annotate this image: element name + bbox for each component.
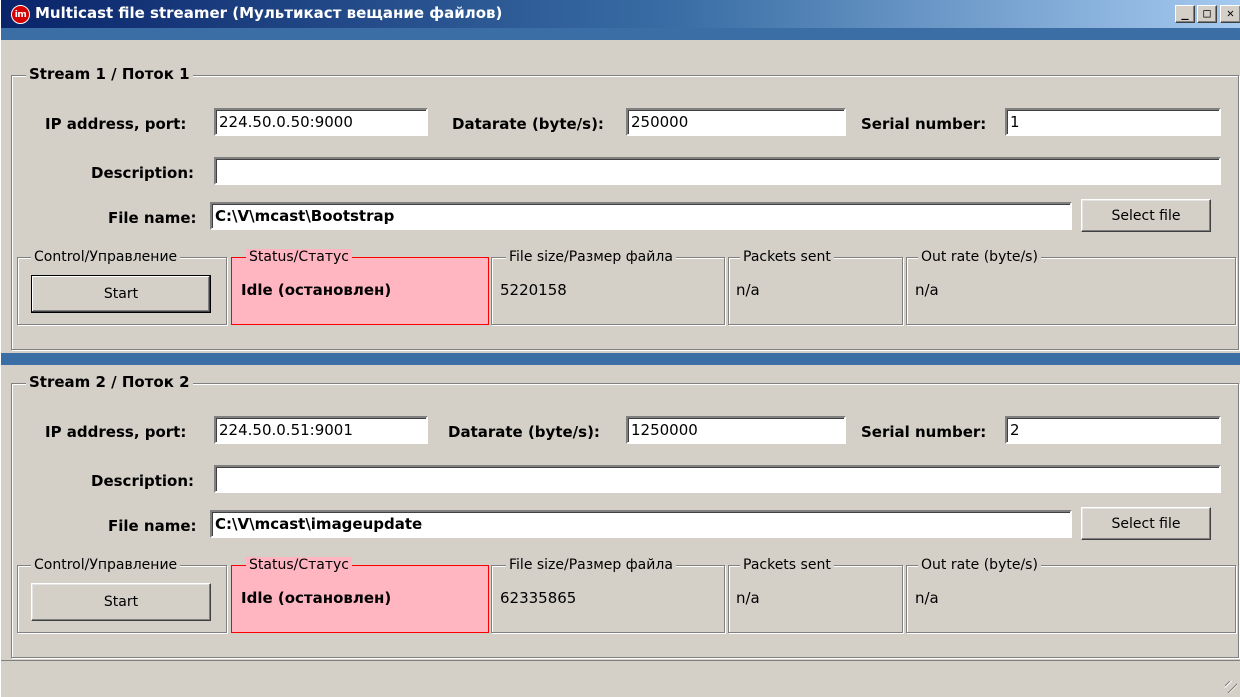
stream-1-description-label: Description:: [91, 164, 195, 182]
stream-2-description-input[interactable]: [214, 465, 1221, 493]
stream-1-status-legend: Status/Статус: [246, 249, 352, 265]
stream-1-packets-value: n/a: [736, 281, 760, 299]
maximize-button[interactable]: □: [1197, 5, 1217, 23]
stream-1-serial-label: Serial number:: [861, 115, 987, 133]
stream-2-start-button[interactable]: Start: [31, 583, 211, 621]
stream-1-title: Stream 1 / Поток 1: [26, 65, 193, 83]
stream-1-serial-input[interactable]: [1005, 108, 1221, 136]
stream-2-filename-input[interactable]: [210, 510, 1072, 538]
stream-1-ip-input[interactable]: [214, 108, 428, 136]
stream-2-filesize-legend: File size/Размер файла: [506, 557, 676, 573]
stream-2-packets-value: n/a: [736, 589, 760, 607]
stream-2-datarate-input[interactable]: [626, 416, 846, 444]
stream-2-title: Stream 2 / Поток 2: [26, 373, 193, 391]
stream-1-select-file-button[interactable]: Select file: [1081, 199, 1211, 232]
close-button[interactable]: ✕: [1220, 5, 1240, 23]
stream-2-outrate-group: Out rate (byte/s): [906, 557, 1236, 633]
stream-2-serial-input[interactable]: [1005, 416, 1221, 444]
splitter-bar-top[interactable]: [1, 28, 1240, 40]
stream-2-datarate-label: Datarate (byte/s):: [448, 423, 600, 441]
stream-2-select-file-button[interactable]: Select file: [1081, 507, 1211, 540]
stream-2-filename-label: File name:: [108, 517, 197, 535]
app-logo-icon: im: [11, 5, 30, 24]
stream-2-description-label: Description:: [91, 472, 195, 490]
stream-1-filename-label: File name:: [108, 209, 197, 227]
stream-2-filesize-value: 62335865: [500, 589, 577, 607]
stream-2-control-legend: Control/Управление: [31, 557, 181, 573]
stream-1-outrate-group: Out rate (byte/s): [906, 249, 1236, 325]
stream-1-control-legend: Control/Управление: [31, 249, 181, 265]
stream-2-ip-label: IP address, port:: [45, 423, 187, 441]
stream-2-serial-label: Serial number:: [861, 423, 987, 441]
stream-1-outrate-legend: Out rate (byte/s): [918, 249, 1041, 265]
stream-1-packets-legend: Packets sent: [740, 249, 834, 265]
stream-1-start-button[interactable]: Start: [31, 275, 211, 313]
stream-2-outrate-legend: Out rate (byte/s): [918, 557, 1041, 573]
stream-1-filesize-legend: File size/Размер файла: [506, 249, 676, 265]
app-window: im Multicast file streamer (Мультикаст в…: [0, 0, 1240, 697]
window-title: Multicast file streamer (Мультикаст веща…: [35, 4, 503, 22]
stream-1-status-value: Idle (остановлен): [241, 281, 392, 299]
stream-2-ip-input[interactable]: [214, 416, 428, 444]
stream-1-datarate-input[interactable]: [626, 108, 846, 136]
stream-1-description-input[interactable]: [214, 157, 1221, 185]
splitter-bar-middle[interactable]: [1, 353, 1240, 365]
stream-2-status-legend: Status/Статус: [246, 557, 352, 573]
stream-2-packets-legend: Packets sent: [740, 557, 834, 573]
stream-1-datarate-label: Datarate (byte/s):: [452, 115, 604, 133]
status-bar: [1, 660, 1240, 697]
title-bar[interactable]: im Multicast file streamer (Мультикаст в…: [1, 0, 1240, 28]
stream-2-status-value: Idle (остановлен): [241, 589, 392, 607]
stream-2-outrate-value: n/a: [915, 589, 939, 607]
stream-1-filesize-value: 5220158: [500, 281, 567, 299]
stream-1-filename-input[interactable]: [210, 202, 1072, 230]
resize-grip-icon[interactable]: [1225, 681, 1237, 693]
stream-1-ip-label: IP address, port:: [45, 115, 187, 133]
stream-1-outrate-value: n/a: [915, 281, 939, 299]
minimize-button[interactable]: _: [1175, 5, 1195, 23]
